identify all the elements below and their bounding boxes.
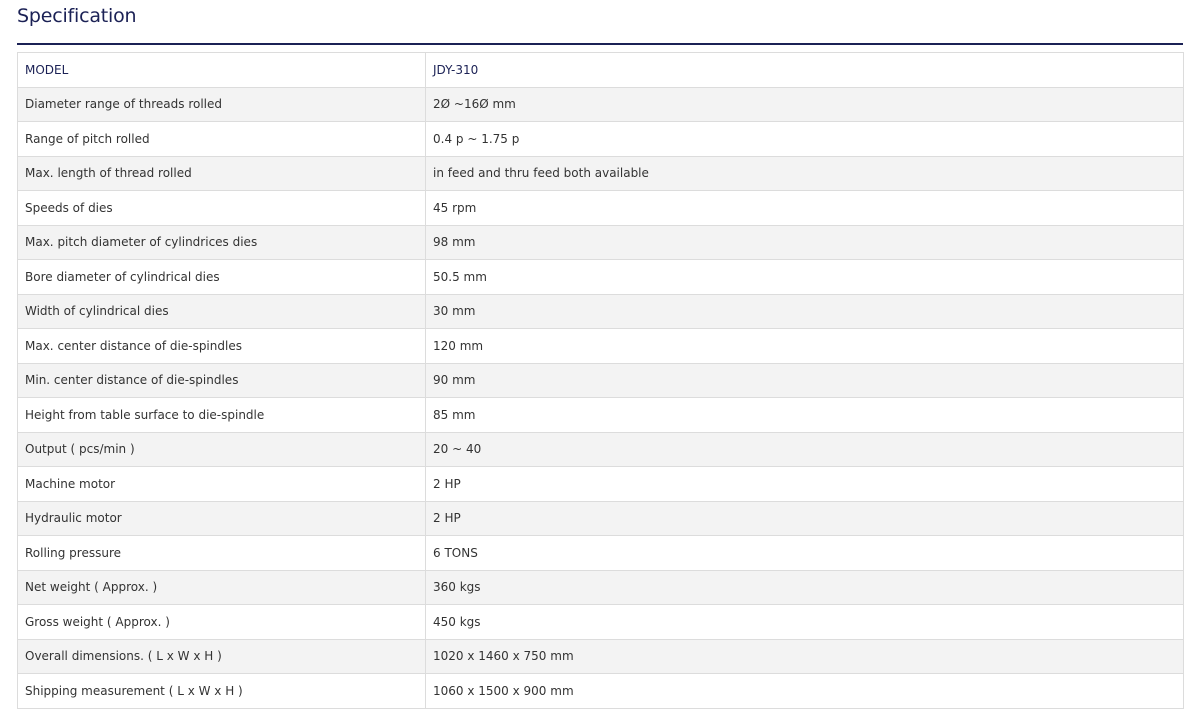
table-row: Max. length of thread rolled in feed and … bbox=[17, 155, 1184, 191]
spec-value-cell: 85 mm bbox=[425, 397, 1184, 433]
table-row: Min. center distance of die-spindles 90 m… bbox=[17, 362, 1184, 398]
page-title: Specification bbox=[17, 5, 137, 27]
table-row: Hydraulic motor 2 HP bbox=[17, 500, 1184, 536]
table-row: Speeds of dies 45 rpm bbox=[17, 190, 1184, 226]
table-row: Range of pitch rolled 0.4 p ~ 1.75 p bbox=[17, 121, 1184, 157]
table-row: Rolling pressure 6 TONS bbox=[17, 535, 1184, 571]
spec-value-cell: 20 ~ 40 bbox=[425, 431, 1184, 467]
spec-label-cell: Diameter range of threads rolled bbox=[17, 86, 426, 122]
spec-value-cell: 2Ø ~16Ø mm bbox=[425, 86, 1184, 122]
spec-label-cell: Speeds of dies bbox=[17, 190, 426, 226]
table-row: Gross weight ( Approx. ) 450 kgs bbox=[17, 604, 1184, 640]
table-row: Machine motor 2 HP bbox=[17, 466, 1184, 502]
table-row: Diameter range of threads rolled 2Ø ~16Ø … bbox=[17, 86, 1184, 122]
spec-value-cell: 2 HP bbox=[425, 500, 1184, 536]
spec-label-cell: Max. length of thread rolled bbox=[17, 155, 426, 191]
spec-label-cell: Rolling pressure bbox=[17, 535, 426, 571]
table-row: MODEL JDY-310 bbox=[17, 52, 1184, 88]
spec-label-cell: Bore diameter of cylindrical dies bbox=[17, 259, 426, 295]
spec-value-cell: 450 kgs bbox=[425, 604, 1184, 640]
spec-value-cell: 50.5 mm bbox=[425, 259, 1184, 295]
table-row: Width of cylindrical dies 30 mm bbox=[17, 293, 1184, 329]
spec-value-cell: JDY-310 bbox=[425, 52, 1184, 88]
spec-label-cell: MODEL bbox=[17, 52, 426, 88]
spec-value-cell: 360 kgs bbox=[425, 569, 1184, 605]
spec-value-cell: 6 TONS bbox=[425, 535, 1184, 571]
spec-label-cell: Range of pitch rolled bbox=[17, 121, 426, 157]
spec-label-cell: Overall dimensions. ( L x W x H ) bbox=[17, 638, 426, 674]
spec-label-cell: Gross weight ( Approx. ) bbox=[17, 604, 426, 640]
spec-value-cell: 1060 x 1500 x 900 mm bbox=[425, 673, 1184, 709]
spec-value-cell: 98 mm bbox=[425, 224, 1184, 260]
spec-value-cell: 45 rpm bbox=[425, 190, 1184, 226]
spec-value-cell: in feed and thru feed both available bbox=[425, 155, 1184, 191]
spec-value-cell: 120 mm bbox=[425, 328, 1184, 364]
spec-value-cell: 2 HP bbox=[425, 466, 1184, 502]
spec-label-cell: Shipping measurement ( L x W x H ) bbox=[17, 673, 426, 709]
table-row: Bore diameter of cylindrical dies 50.5 mm bbox=[17, 259, 1184, 295]
table-row: Height from table surface to die-spindle… bbox=[17, 397, 1184, 433]
table-row: Shipping measurement ( L x W x H ) 1060 x… bbox=[17, 673, 1184, 709]
spec-value-cell: 90 mm bbox=[425, 362, 1184, 398]
spec-label-cell: Width of cylindrical dies bbox=[17, 293, 426, 329]
specification-table: MODEL JDY-310 Diameter range of threads ro… bbox=[17, 52, 1184, 709]
table-row: Net weight ( Approx. ) 360 kgs bbox=[17, 569, 1184, 605]
spec-label-cell: Height from table surface to die-spindle bbox=[17, 397, 426, 433]
spec-label-cell: Max. pitch diameter of cylindrices dies bbox=[17, 224, 426, 260]
spec-label-cell: Net weight ( Approx. ) bbox=[17, 569, 426, 605]
spec-label-cell: Output ( pcs/min ) bbox=[17, 431, 426, 467]
table-row: Max. center distance of die-spindles 120 … bbox=[17, 328, 1184, 364]
spec-value-cell: 1020 x 1460 x 750 mm bbox=[425, 638, 1184, 674]
table-row: Overall dimensions. ( L x W x H ) 1020 x … bbox=[17, 638, 1184, 674]
spec-label-cell: Max. center distance of die-spindles bbox=[17, 328, 426, 364]
spec-label-cell: Min. center distance of die-spindles bbox=[17, 362, 426, 398]
title-divider bbox=[17, 43, 1183, 45]
spec-label-cell: Machine motor bbox=[17, 466, 426, 502]
spec-value-cell: 30 mm bbox=[425, 293, 1184, 329]
specification-table-body: MODEL JDY-310 Diameter range of threads ro… bbox=[17, 52, 1184, 709]
table-row: Output ( pcs/min ) 20 ~ 40 bbox=[17, 431, 1184, 467]
table-row: Max. pitch diameter of cylindrices dies 9… bbox=[17, 224, 1184, 260]
spec-value-cell: 0.4 p ~ 1.75 p bbox=[425, 121, 1184, 157]
spec-label-cell: Hydraulic motor bbox=[17, 500, 426, 536]
